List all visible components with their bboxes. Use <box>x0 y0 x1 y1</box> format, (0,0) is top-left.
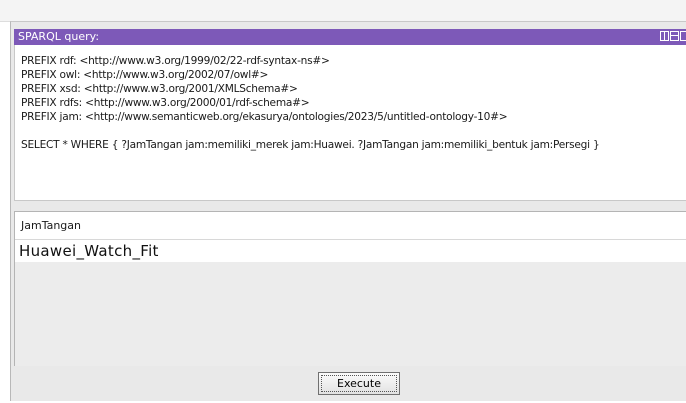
execute-label: Execute <box>321 375 397 392</box>
query-line: PREFIX xsd: <http://www.w3.org/2001/XMLS… <box>21 83 298 95</box>
split-vertical-icon[interactable] <box>660 31 669 41</box>
split-horizontal-icon[interactable] <box>670 31 679 41</box>
query-line: PREFIX rdf: <http://www.w3.org/1999/02/2… <box>21 55 330 67</box>
table-row[interactable]: Huawei_Watch_Fit <box>15 240 686 262</box>
close-view-icon[interactable] <box>680 31 686 41</box>
query-line: SELECT * WHERE { ?JamTangan jam:memiliki… <box>21 139 600 151</box>
panel-titlebar: SPARQL query: <box>14 29 686 45</box>
top-strip <box>0 0 686 22</box>
query-line: PREFIX owl: <http://www.w3.org/2002/07/o… <box>21 69 269 81</box>
view-controls <box>660 31 686 41</box>
query-line: PREFIX rdfs: <http://www.w3.org/2000/01/… <box>21 97 310 109</box>
query-line <box>21 124 686 138</box>
query-line: PREFIX jam: <http://www.semanticweb.org/… <box>21 111 508 123</box>
panel-title: SPARQL query: <box>18 30 100 43</box>
execute-button[interactable]: Execute <box>318 372 400 395</box>
column-header-jamtangan[interactable]: JamTangan <box>15 212 686 240</box>
results-table: JamTangan Huawei_Watch_Fit <box>14 211 686 366</box>
query-editor[interactable]: PREFIX rdf: <http://www.w3.org/1999/02/2… <box>14 45 686 201</box>
